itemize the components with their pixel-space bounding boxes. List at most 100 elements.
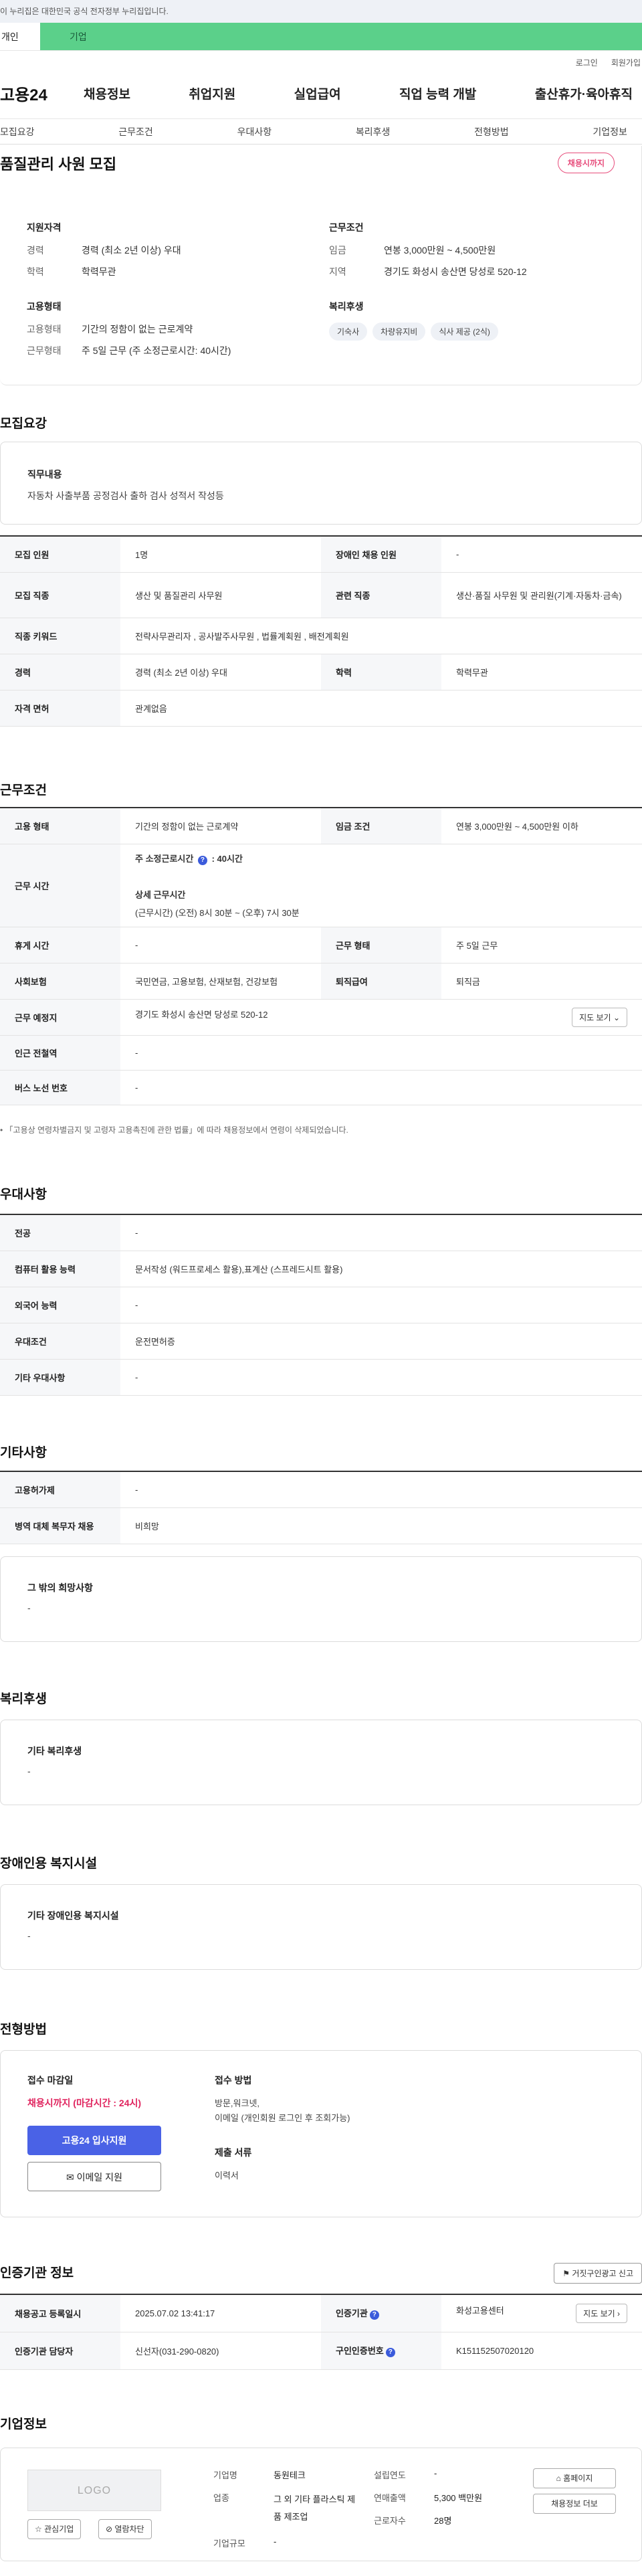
- deadline-badge: 채용시까지: [557, 153, 615, 173]
- chevron-down-icon: ⌄: [613, 1012, 620, 1022]
- email-apply-button[interactable]: ✉ 이메일 지원: [27, 2162, 161, 2191]
- misc-other-box: 그 밖의 희망사항 -: [0, 1556, 642, 1642]
- chevron-right-icon: ›: [617, 2308, 620, 2318]
- cell-value: 연봉 3,000만원 ~ 4,500만원 이하: [441, 808, 642, 844]
- cell-label: 병역 대체 복무자 채용: [0, 1507, 120, 1544]
- deadline-value: 채용시까지 (마감시간 : 24시): [27, 2098, 142, 2108]
- section-title-disabled: 장애인용 복지시설: [0, 1857, 98, 1871]
- anchor-work[interactable]: 근무조건: [118, 125, 153, 139]
- employ-value-form: 주 5일 근무 (주 소정근로시간: 40시간): [82, 345, 231, 356]
- apply-button[interactable]: 고용24 입사지원: [27, 2126, 161, 2155]
- gnb-item-leave[interactable]: 출산휴가·육아휴직: [535, 84, 633, 102]
- table-row: 직종 키워드 전략사무관리자 , 공사발주사무원 , 법률계획원 , 배전계획원: [0, 618, 642, 654]
- table-row: 휴게 시간 - 근무 형태 주 5일 근무: [0, 927, 642, 963]
- gnb-item-jobs[interactable]: 채용정보: [84, 84, 130, 102]
- site-logo[interactable]: 고용24: [0, 82, 84, 105]
- cell-label: 컴퓨터 활용 능력: [0, 1251, 120, 1287]
- join-link[interactable]: 회원가입: [611, 57, 641, 68]
- cell-label: 인증기관 담당자: [0, 2332, 120, 2370]
- gov-banner: 이 누리집은 대한민국 공식 전자정부 누리집입니다.: [0, 0, 642, 23]
- agency-org-value: 화성고용센터: [456, 2305, 504, 2316]
- hours-week-line: 주 소정근로시간 ? : 40시간: [135, 852, 627, 865]
- cell-label: 직종 키워드: [0, 618, 120, 654]
- report-fake-ad-button[interactable]: ⚑ 거짓구인광고 신고: [554, 2263, 642, 2284]
- favorite-company-button[interactable]: ☆ 관심기업: [27, 2519, 82, 2539]
- cond-label-region: 지역: [329, 266, 346, 277]
- company-homepage-button[interactable]: ⌂ 홈페이지: [533, 2468, 616, 2488]
- anchor-pref[interactable]: 우대사항: [237, 125, 272, 139]
- qualification-heading: 지원자격: [27, 222, 62, 233]
- company-emp-label: 근로자수: [374, 2516, 406, 2526]
- table-row: 근무 예정지 경기도 화성시 송산면 당성로 520-12 지도 보기 ⌄: [0, 999, 642, 1036]
- agency-org-label: 인증기관: [336, 2308, 368, 2319]
- section-title-misc: 기타사항: [0, 1446, 47, 1460]
- cell-label: 기타 우대사항: [0, 1359, 120, 1396]
- section-title-company: 기업정보: [0, 2417, 47, 2431]
- block-label: 열람차단: [114, 2524, 144, 2534]
- method-value-1: 방문,워크넷,: [215, 2098, 260, 2108]
- cell-label: 관련 직종: [321, 572, 441, 618]
- cell-value: 퇴직금: [441, 963, 642, 1000]
- anchor-process[interactable]: 전형방법: [474, 125, 509, 139]
- employ-label-type: 고용형태: [27, 324, 62, 335]
- cell-value: 문서작성 (워드프로세스 활용),표계산 (스프레드시트 활용): [120, 1251, 642, 1287]
- cell-value: 관계없음: [120, 690, 642, 727]
- cell-label: 경력: [0, 654, 120, 691]
- recruit-table: 모집 인원 1명 장애인 채용 인원 - 모집 직종 생산 및 품질관리 사무원…: [0, 535, 642, 727]
- cell-value: -: [441, 536, 642, 573]
- cell-label: 근무 예정지: [0, 999, 120, 1036]
- summary-welfare: 복리후생 기숙사 차량유지비 식사 제공 (2식): [329, 300, 498, 341]
- anchor-recruit[interactable]: 모집요강: [0, 125, 35, 139]
- agency-org-cell: 화성고용센터 지도 보기 ›: [441, 2294, 642, 2332]
- agency-map-button[interactable]: 지도 보기 ›: [576, 2303, 627, 2323]
- block-icon: ⊘: [106, 2524, 113, 2534]
- company-box: LOGO ☆ 관심기업 ⊘ 열람차단 기업명 동원테크 업종 그 외 기타 플라…: [0, 2448, 642, 2561]
- anchor-welfare[interactable]: 복리후생: [356, 125, 391, 139]
- cell-label: 사회보험: [0, 963, 120, 1000]
- disabled-box: 기타 장애인용 복지시설 -: [0, 1884, 642, 1970]
- cell-label: 장애인 채용 인원: [321, 536, 441, 573]
- gnb-item-training[interactable]: 직업 능력 개발: [399, 84, 476, 102]
- welfare-chip: 차량유지비: [372, 323, 426, 341]
- welfare-chip: 기숙사: [329, 323, 368, 341]
- email-apply-label: 이메일 지원: [76, 2172, 122, 2183]
- company-industry-label: 업종: [213, 2493, 229, 2503]
- cell-label: 학력: [321, 654, 441, 691]
- gnb-item-unemployment[interactable]: 실업급여: [294, 84, 341, 102]
- utility-links: 로그인 회원가입: [0, 51, 642, 68]
- gnb-item-support[interactable]: 취업지원: [189, 84, 235, 102]
- map-view-button[interactable]: 지도 보기 ⌄: [572, 1007, 627, 1027]
- login-link[interactable]: 로그인: [576, 57, 598, 68]
- company-logo: LOGO: [27, 2470, 161, 2511]
- block-company-button[interactable]: ⊘ 열람차단: [98, 2519, 152, 2539]
- table-row: 전공 -: [0, 1214, 642, 1251]
- cell-value: 생산 및 품질관리 사무원: [120, 572, 321, 618]
- anchor-company[interactable]: 기업정보: [593, 125, 627, 139]
- info-icon[interactable]: ?: [369, 2310, 379, 2320]
- method-value-2: 이메일 (개인회원 로그인 후 조회가능): [215, 2113, 350, 2123]
- employ-label-form: 근무형태: [27, 345, 62, 356]
- cell-value: 기간의 정함이 없는 근로계약: [120, 808, 321, 844]
- info-icon[interactable]: ?: [197, 856, 207, 865]
- cell-value: -: [120, 1214, 642, 1251]
- company-size-value: -: [274, 2537, 277, 2547]
- cond-label-wage: 임금: [329, 245, 346, 256]
- cell-value: -: [120, 1471, 642, 1508]
- agency-map-label: 지도 보기: [583, 2308, 615, 2318]
- map-view-label: 지도 보기: [579, 1012, 611, 1022]
- section-title-welfare: 복리후생: [0, 1692, 47, 1706]
- table-row: 사회보험 국민연금, 고용보험, 산재보험, 건강보험 퇴직급여 퇴직금: [0, 963, 642, 1000]
- company-more-jobs-button[interactable]: 채용정보 더보: [533, 2494, 616, 2514]
- pref-table: 전공 - 컴퓨터 활용 능력 문서작성 (워드프로세스 활용),표계산 (스프레드시…: [0, 1214, 642, 1396]
- work-location-value: 경기도 화성시 송산면 당성로 520-12: [135, 1009, 268, 1020]
- cell-value: -: [120, 927, 321, 963]
- tab-personal[interactable]: 개인: [0, 23, 40, 50]
- agency-table: 채용공고 등록일시 2025.07.02 13:41:17 인증기관? 화성고용…: [0, 2294, 642, 2370]
- table-row: 인증기관 담당자 신선자(031-290-0820) 구인인증번호? K1511…: [0, 2332, 642, 2370]
- misc-other-label: 그 밖의 희망사항: [27, 1582, 93, 1593]
- job-summary-card: 품질관리 사원 모집 채용시까지 지원자격 경력 경력 (최소 2년 이상) 우대…: [0, 146, 642, 385]
- info-icon[interactable]: ?: [385, 2348, 395, 2357]
- cell-value: 2025.07.02 13:41:17: [120, 2294, 321, 2332]
- tab-business[interactable]: 기업: [40, 23, 642, 50]
- section-anchor-nav: 모집요강 근무조건 우대사항 복리후생 전형방법 기업정보: [0, 119, 642, 145]
